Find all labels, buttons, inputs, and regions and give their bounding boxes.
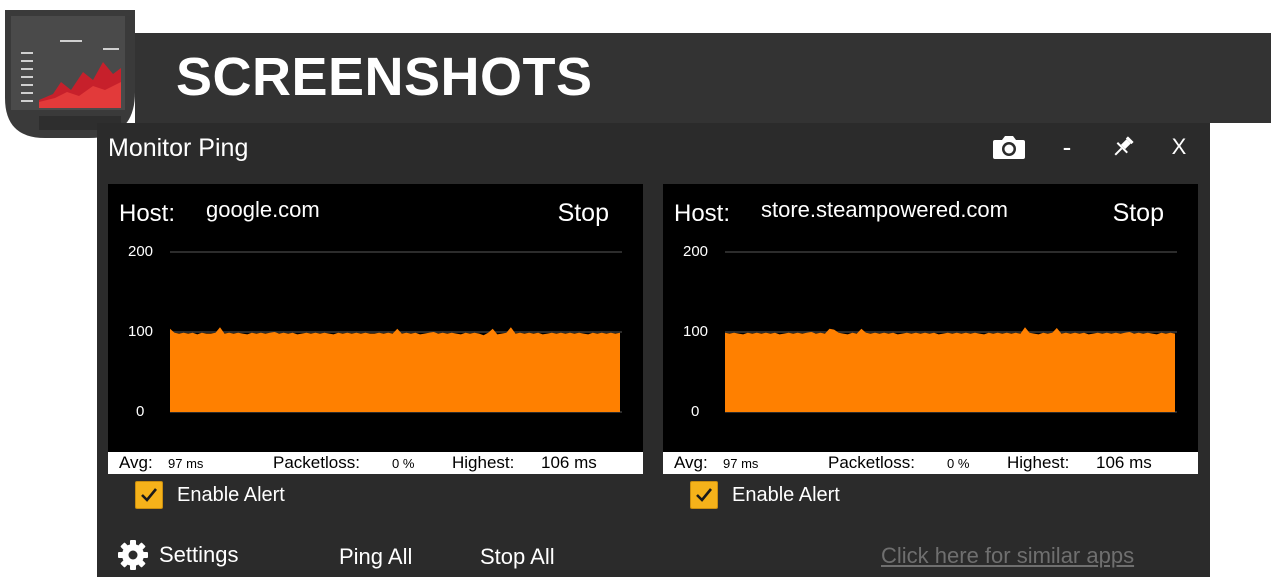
camera-icon [993, 136, 1025, 159]
pin-button[interactable] [1105, 131, 1141, 163]
minimize-button[interactable]: - [1052, 131, 1082, 163]
highest-label: Highest: [452, 453, 515, 472]
ping-area-series [725, 327, 1175, 412]
y-tick-label: 200 [128, 243, 153, 260]
enable-alert-checkbox[interactable] [690, 481, 718, 509]
chart-logo-icon [5, 10, 135, 138]
gear-icon [118, 540, 148, 570]
avg-value: 97 ms [723, 456, 759, 471]
avg-label: Avg: [674, 453, 708, 472]
highest-label: Highest: [1007, 453, 1070, 472]
enable-alert-row-google: Enable Alert [135, 480, 285, 510]
stats-bar: Avg: 97 ms Packetloss: 0 % Highest: 106 … [108, 452, 643, 474]
packetloss-label: Packetloss: [828, 453, 915, 472]
avg-value: 97 ms [168, 456, 204, 471]
ping-graph: 200 100 0 [683, 243, 1177, 420]
stop-button[interactable]: Stop [1113, 199, 1164, 228]
banner-title: SCREENSHOTS [176, 47, 593, 107]
ping-all-button[interactable]: Ping All [339, 544, 412, 570]
enable-alert-label: Enable Alert [177, 483, 285, 506]
close-button[interactable]: X [1164, 131, 1194, 163]
y-tick-label: 100 [683, 323, 708, 340]
y-tick-label: 0 [691, 403, 699, 420]
highest-value: 106 ms [541, 453, 597, 472]
screenshot-button[interactable] [989, 131, 1029, 163]
stop-all-button[interactable]: Stop All [480, 544, 555, 570]
pin-icon [1114, 136, 1134, 156]
title-bar[interactable]: Monitor Ping - X [97, 123, 1210, 171]
similar-apps-link[interactable]: Click here for similar apps [881, 543, 1134, 569]
settings-button[interactable]: Settings [117, 537, 239, 573]
window-title: Monitor Ping [108, 134, 249, 162]
packetloss-label: Packetloss: [273, 453, 360, 472]
y-tick-label: 200 [683, 243, 708, 260]
enable-alert-label: Enable Alert [732, 483, 840, 506]
host-label: Host: [674, 200, 731, 227]
host-value: google.com [206, 197, 320, 222]
host-label: Host: [119, 200, 176, 227]
checkmark-icon [141, 488, 158, 502]
avg-label: Avg: [119, 453, 153, 472]
stats-bar: Avg: 97 ms Packetloss: 0 % Highest: 106 … [663, 452, 1198, 474]
packetloss-value: 0 % [392, 456, 415, 471]
y-tick-label: 100 [128, 323, 153, 340]
stop-button[interactable]: Stop [558, 199, 609, 228]
ping-panel-google: Host: google.com Stop 200 100 0 Avg: 97 … [108, 184, 643, 474]
enable-alert-row-steam: Enable Alert [690, 480, 840, 510]
ping-panel-steam: Host: store.steampowered.com Stop 200 10… [663, 184, 1198, 474]
host-value: store.steampowered.com [761, 197, 1008, 222]
monitor-ping-window: Monitor Ping - X Host: google.com Stop 2… [97, 123, 1210, 577]
checkmark-icon [696, 488, 713, 502]
settings-label: Settings [159, 542, 239, 567]
y-tick-label: 0 [136, 403, 144, 420]
ping-area-series [170, 327, 620, 412]
enable-alert-checkbox[interactable] [135, 481, 163, 509]
footer-bar: Settings Ping All Stop All Click here fo… [97, 531, 1210, 577]
highest-value: 106 ms [1096, 453, 1152, 472]
ping-graph: 200 100 0 [128, 243, 622, 420]
packetloss-value: 0 % [947, 456, 970, 471]
